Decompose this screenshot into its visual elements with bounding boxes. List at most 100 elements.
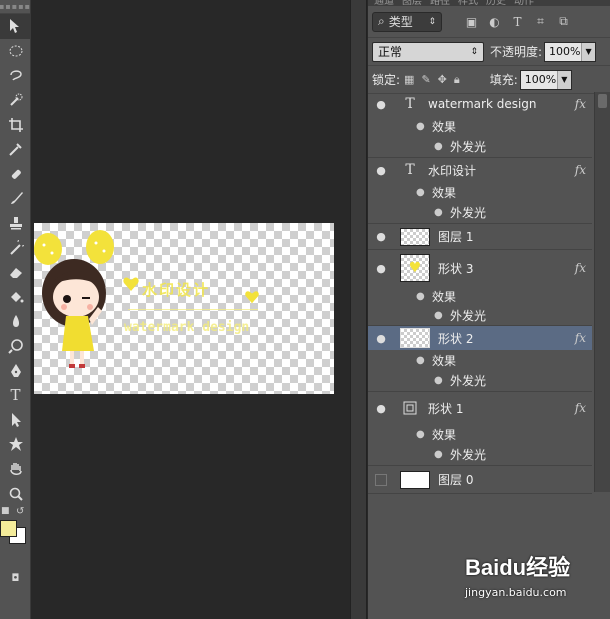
fx-icon[interactable]: fx (575, 331, 586, 345)
dodge-tool-icon[interactable] (0, 334, 31, 359)
swap-colors-icon[interactable]: ↺ (16, 506, 24, 517)
layer-kind-filter[interactable]: ⌕ 类型 ⇕ (372, 11, 442, 32)
baidu-url: jingyan.baidu.com (465, 586, 567, 599)
eye-icon[interactable]: ● (368, 402, 394, 415)
pixel-filter-icon[interactable]: ▣ (464, 14, 479, 29)
crop-tool-icon[interactable] (0, 112, 31, 137)
path-selection-tool-icon[interactable] (0, 408, 31, 433)
adjustment-filter-icon[interactable]: ◐ (487, 14, 502, 29)
document-canvas[interactable]: 水印设计 watermark design (34, 223, 334, 394)
eye-icon[interactable]: ● (434, 449, 444, 460)
blur-tool-icon[interactable] (0, 309, 31, 334)
layer-name[interactable]: watermark design (428, 97, 575, 111)
fill-label: 填充: (489, 73, 518, 87)
type-filter-icon[interactable]: T (510, 14, 525, 29)
eye-icon[interactable]: ● (416, 355, 426, 366)
tab-styles[interactable]: 样式 (458, 0, 478, 6)
eye-icon[interactable]: ● (368, 230, 394, 243)
toolbar-grip[interactable]: ▪▪▪▪▪ (0, 0, 30, 14)
eye-icon[interactable]: ● (368, 332, 394, 345)
paint-bucket-tool-icon[interactable] (0, 285, 31, 310)
effects-row[interactable]: ● 效果 (368, 286, 592, 306)
smart-object-filter-icon[interactable]: ⧉ (556, 14, 571, 29)
opacity-input[interactable]: 100% ▼ (544, 41, 597, 62)
tab-channels[interactable]: 通道 (374, 0, 394, 6)
healing-brush-tool-icon[interactable] (0, 162, 31, 187)
quick-mask-icon[interactable]: ◘ (0, 566, 31, 591)
effects-row[interactable]: ● 效果 (368, 350, 592, 370)
effects-label: 效果 (432, 353, 457, 368)
fx-icon[interactable]: fx (575, 401, 586, 415)
effect-item[interactable]: ● 外发光 (368, 136, 592, 158)
eye-icon[interactable]: ● (368, 262, 394, 275)
blend-mode-select[interactable]: 正常 ⇕ (372, 41, 484, 62)
custom-shape-tool-icon[interactable] (0, 432, 31, 457)
effect-item[interactable]: ● 外发光 (368, 202, 592, 224)
layer-row[interactable]: ● 图层 1 (368, 224, 592, 250)
scroll-up-arrow[interactable] (598, 94, 607, 108)
layer-name[interactable]: 形状 2 (438, 330, 575, 347)
hand-tool-icon[interactable] (0, 457, 31, 482)
layer-row[interactable]: ● T 水印设计 fx (368, 158, 592, 182)
lock-all-icon[interactable]: 🔒︎ (454, 73, 460, 87)
eye-icon[interactable]: ● (434, 207, 444, 218)
chevron-down-icon[interactable]: ▼ (581, 42, 596, 61)
eye-icon[interactable]: ● (416, 121, 426, 132)
move-tool-icon[interactable] (0, 14, 31, 39)
effect-item[interactable]: ● 外发光 (368, 444, 592, 466)
type-tool-icon[interactable]: T (0, 383, 31, 408)
layer-name[interactable]: 形状 3 (438, 260, 575, 277)
eye-icon[interactable]: ● (368, 98, 394, 111)
foreground-color-swatch[interactable] (0, 519, 17, 537)
shape-filter-icon[interactable]: ⌗ (533, 14, 548, 29)
layer-name[interactable]: 图层 1 (438, 228, 592, 245)
marquee-tool-icon[interactable] (0, 39, 31, 64)
eye-icon[interactable]: ● (434, 375, 444, 386)
brush-tool-icon[interactable] (0, 186, 31, 211)
fill-input[interactable]: 100% ▼ (519, 69, 572, 90)
tab-history[interactable]: 历史 (486, 0, 506, 6)
layer-name[interactable]: 图层 0 (438, 471, 592, 488)
layer-row[interactable]: ● ♥ 形状 3 fx (368, 250, 592, 286)
fx-icon[interactable]: fx (575, 97, 586, 111)
effects-row[interactable]: ● 效果 (368, 116, 592, 136)
visibility-toggle[interactable] (375, 473, 387, 486)
lasso-tool-icon[interactable] (0, 63, 31, 88)
effect-item[interactable]: ● 外发光 (368, 370, 592, 392)
lock-pixels-icon[interactable]: ✎ (421, 73, 430, 87)
default-colors-icon[interactable]: ■ (1, 506, 10, 516)
layers-scrollbar[interactable] (594, 92, 610, 492)
eye-icon[interactable]: ● (416, 429, 426, 440)
tab-paths[interactable]: 路径 (430, 0, 450, 6)
chevron-down-icon[interactable]: ▼ (556, 70, 571, 89)
effects-row[interactable]: ● 效果 (368, 182, 592, 202)
eraser-tool-icon[interactable] (0, 260, 31, 285)
layer-row[interactable]: ● 形状 1 fx (368, 392, 592, 424)
quick-selection-tool-icon[interactable] (0, 88, 31, 113)
tab-layers[interactable]: 图层 (402, 0, 422, 6)
layer-row[interactable]: 图层 0 (368, 466, 592, 494)
effects-row[interactable]: ● 效果 (368, 424, 592, 444)
layer-row[interactable]: ● 形状 2 fx (368, 326, 592, 350)
eye-icon[interactable]: ● (416, 187, 426, 198)
layer-filter-row: ⌕ 类型 ⇕ ▣ ◐ T ⌗ ⧉ (368, 6, 610, 38)
layer-name[interactable]: 水印设计 (428, 162, 575, 179)
eyedropper-tool-icon[interactable] (0, 137, 31, 162)
eye-icon[interactable]: ● (434, 141, 444, 152)
zoom-tool-icon[interactable] (0, 481, 31, 506)
effect-item[interactable]: ● 外发光 (368, 306, 592, 326)
fx-icon[interactable]: fx (575, 261, 586, 275)
clone-stamp-tool-icon[interactable] (0, 211, 31, 236)
history-brush-tool-icon[interactable] (0, 235, 31, 260)
layer-name[interactable]: 形状 1 (428, 400, 575, 417)
lock-position-icon[interactable]: ✥ (438, 73, 447, 87)
eye-icon[interactable]: ● (434, 310, 444, 321)
lock-transparency-icon[interactable]: ▦ (404, 73, 414, 87)
layer-row[interactable]: ● T watermark design fx (368, 92, 592, 116)
eye-icon[interactable]: ● (416, 291, 426, 302)
tab-actions[interactable]: 动作 (514, 0, 534, 6)
pen-tool-icon[interactable] (0, 358, 31, 383)
eye-icon[interactable]: ● (368, 164, 394, 177)
panel-divider[interactable] (350, 0, 367, 619)
fx-icon[interactable]: fx (575, 163, 586, 177)
